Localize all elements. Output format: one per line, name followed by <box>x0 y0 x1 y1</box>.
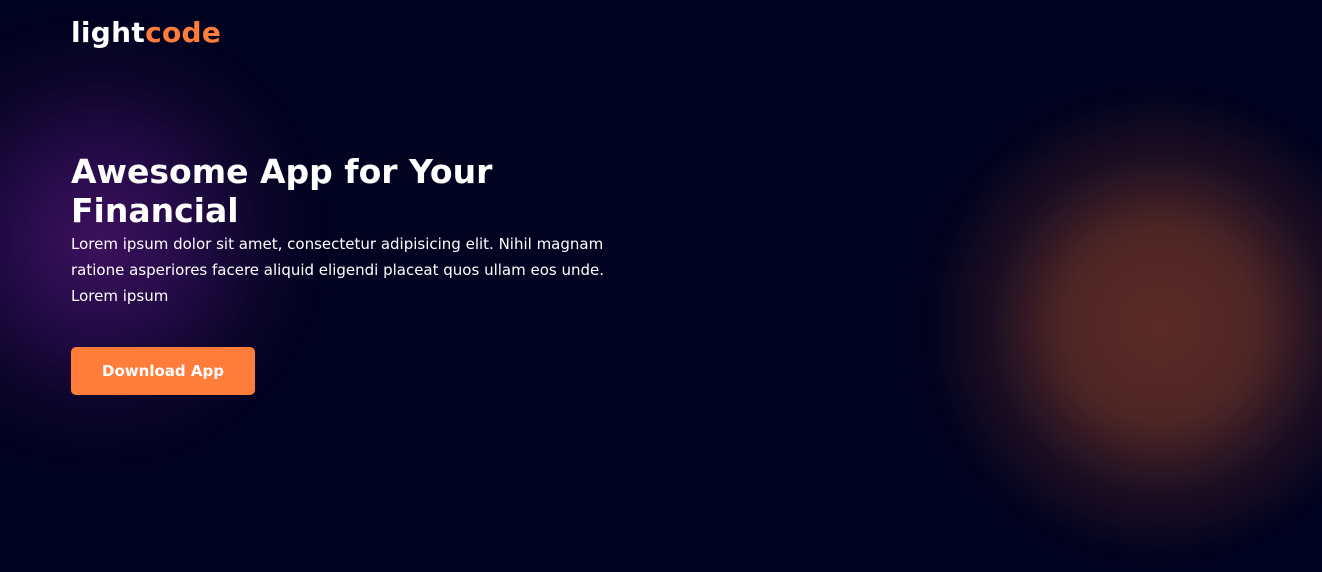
logo-text-light: light <box>71 16 146 49</box>
hero-description: Lorem ipsum dolor sit amet, consectetur … <box>71 235 604 305</box>
orange-glow-decoration <box>930 95 1322 555</box>
logo[interactable]: lightcode <box>71 14 221 52</box>
hero-section: Awesome App for Your Financial Lorem ips… <box>71 152 631 309</box>
landing-page: lightcode Awesome App for Your Financial… <box>0 0 1322 572</box>
download-app-button[interactable]: Download App <box>71 347 255 395</box>
logo-text-code: code <box>145 16 222 49</box>
hero-title: Awesome App for Your Financial <box>71 152 493 230</box>
